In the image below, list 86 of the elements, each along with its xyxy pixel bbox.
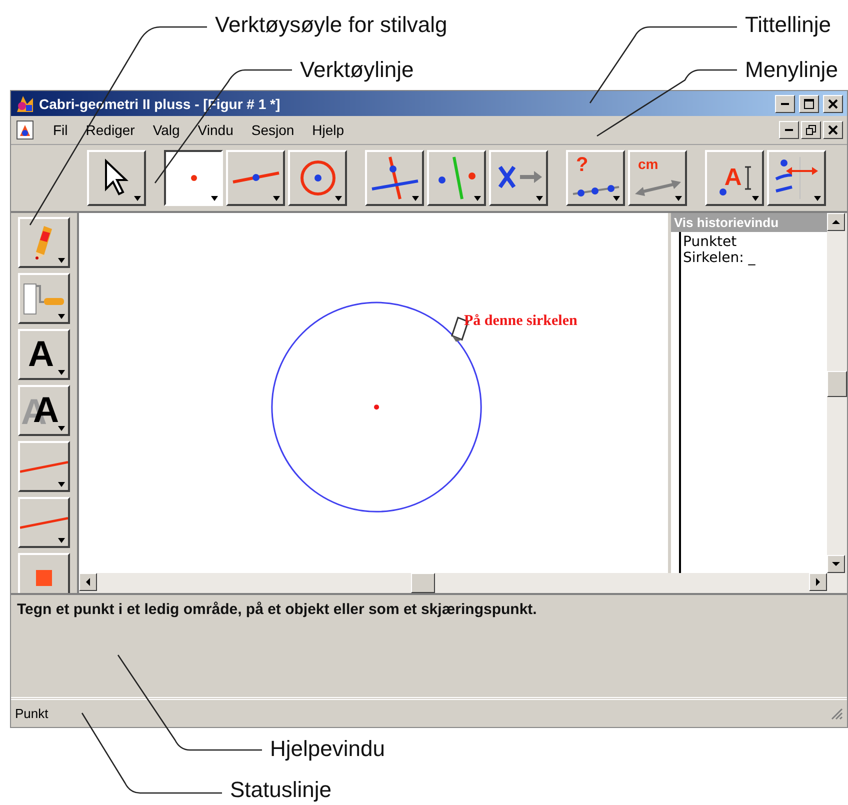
scroll-right-button[interactable]	[809, 572, 827, 591]
caret-icon	[613, 196, 620, 201]
caret-icon	[412, 196, 419, 201]
document-icon	[15, 120, 35, 140]
caret-icon	[474, 196, 481, 201]
restore-icon	[806, 125, 816, 136]
callout-label: Statuslinje	[230, 777, 333, 803]
text-style-label: A	[32, 392, 59, 428]
caret-icon	[58, 314, 65, 319]
style-tool-button[interactable]	[18, 496, 70, 548]
caret-icon	[58, 482, 65, 487]
caret-icon	[58, 426, 65, 431]
scroll-thumb[interactable]	[411, 572, 435, 593]
double-arrow-icon	[632, 178, 682, 198]
history-line: Punktet	[683, 234, 738, 250]
style-tool-button[interactable]	[18, 552, 70, 593]
style-tool-button[interactable]: A	[18, 384, 70, 436]
maximize-button[interactable]	[799, 94, 819, 113]
minimize-button[interactable]	[775, 94, 795, 113]
callout-label: Menylinje	[745, 57, 839, 83]
menu-item[interactable]: Vindu	[198, 122, 234, 138]
callout-label: Tittellinje	[745, 12, 832, 38]
caret-icon	[536, 196, 543, 201]
left-arrow-icon	[84, 578, 92, 586]
text-tool-label: A	[724, 164, 742, 192]
style-tool-button[interactable]: A	[18, 328, 70, 380]
minimize-icon	[785, 129, 793, 132]
question-mark: ?	[576, 154, 588, 177]
callout-label: Verktøylinje	[300, 57, 415, 83]
scroll-down-button[interactable]	[827, 554, 845, 573]
caret-icon	[134, 196, 141, 201]
line-icon	[230, 171, 280, 184]
caret-icon	[58, 258, 65, 263]
maximize-icon	[804, 98, 814, 109]
menu-item[interactable]: Rediger	[86, 122, 135, 138]
caret-icon	[675, 196, 682, 201]
close-button[interactable]	[823, 94, 843, 113]
app-logo-icon	[15, 94, 35, 114]
up-arrow-icon	[832, 218, 840, 226]
hint-label: På denne sirkelen	[464, 312, 578, 330]
tool-button[interactable]	[164, 150, 223, 206]
color-swatch-icon	[36, 570, 52, 586]
caret-icon	[273, 196, 280, 201]
style-tool-button[interactable]	[18, 216, 70, 268]
vertical-scrollbar[interactable]	[827, 212, 847, 573]
resize-grip-icon	[829, 706, 843, 720]
point-icon	[719, 188, 727, 196]
scroll-left-button[interactable]	[79, 572, 97, 591]
scroll-up-button[interactable]	[827, 212, 845, 231]
callout-label: Hjelpevindu	[270, 736, 386, 762]
horizontal-scrollbar[interactable]	[79, 572, 847, 593]
caret-icon	[752, 196, 759, 201]
close-icon	[828, 125, 838, 136]
status-text: Punkt	[15, 706, 48, 721]
drawing-canvas[interactable]: På denne sirkelen	[79, 212, 668, 573]
perpendicular-lines-icon	[370, 154, 420, 201]
menu-item[interactable]: Hjelp	[312, 122, 344, 138]
menu-item[interactable]: Valg	[152, 122, 180, 138]
right-arrow-icon	[814, 578, 822, 586]
caret-icon	[58, 370, 65, 375]
history-line: Sirkelen: _	[683, 250, 756, 266]
close-icon	[828, 98, 838, 109]
menu-item[interactable]: Fil	[53, 122, 68, 138]
style-tool-button[interactable]	[18, 272, 70, 324]
down-arrow-icon	[832, 560, 840, 568]
text-cursor-icon	[744, 166, 751, 190]
close-button[interactable]	[823, 121, 843, 140]
minimize-button[interactable]	[779, 121, 799, 140]
menu-item[interactable]: Sesjon	[251, 122, 294, 138]
history-title: Vis historievindu	[671, 212, 827, 232]
caret-icon	[335, 196, 342, 201]
point-icon	[190, 174, 196, 181]
text-size-label: A	[28, 336, 54, 372]
unit-label: cm	[638, 156, 658, 172]
caret-icon	[58, 538, 65, 543]
pencil-icon	[35, 224, 53, 260]
help-text: Tegn et punkt i et ledig område, på et objekt eller som et skjæringspunkt.	[17, 600, 537, 618]
scroll-thumb[interactable]	[827, 370, 847, 397]
minimize-icon	[781, 102, 789, 105]
callout-label: Verktøysøyle for stilvalg	[215, 12, 448, 38]
style-tool-button[interactable]	[18, 440, 70, 492]
restore-button[interactable]	[801, 121, 821, 140]
window-title: Cabri-geometri II pluss - [Figur # 1 *]	[39, 96, 282, 112]
caret-icon	[211, 196, 218, 201]
center-point	[374, 404, 380, 410]
caret-icon	[814, 196, 821, 201]
